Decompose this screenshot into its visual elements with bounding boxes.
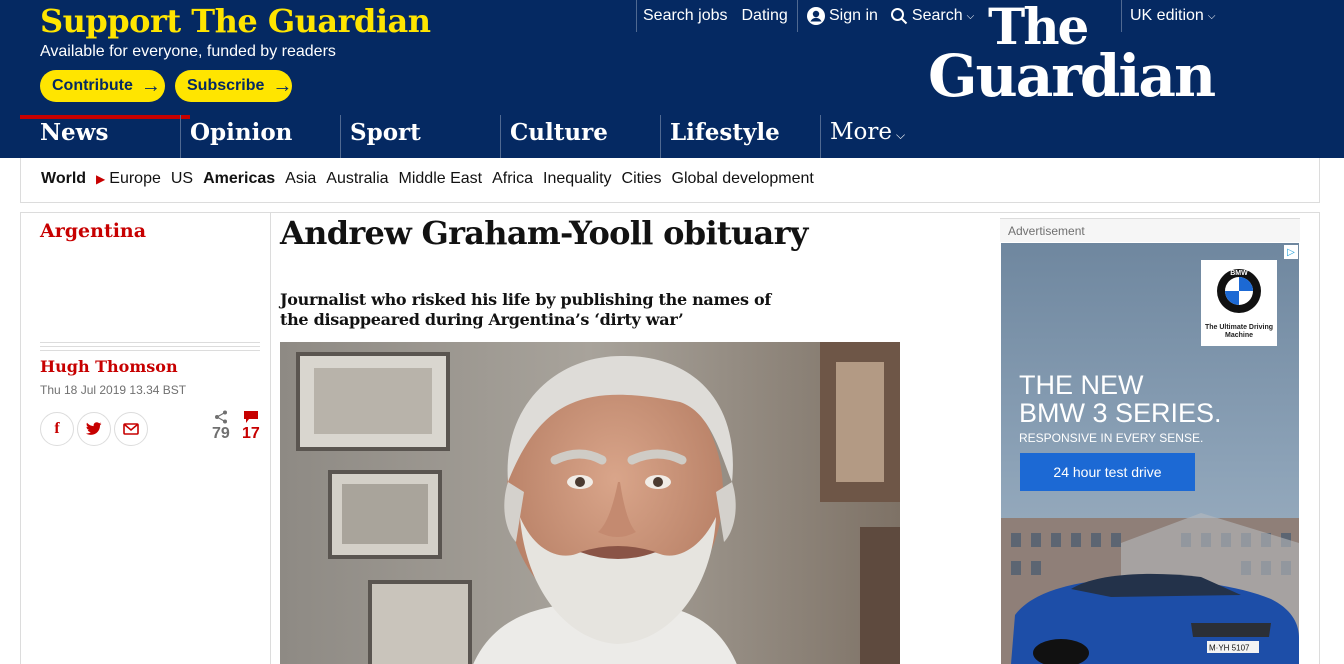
- search-jobs-link[interactable]: Search jobs: [643, 7, 728, 25]
- arrow-right-icon: →: [272, 75, 293, 97]
- subnav-item-inequality[interactable]: Inequality: [543, 170, 612, 188]
- support-subtitle: Available for everyone, funded by reader…: [40, 43, 336, 60]
- subnav-item-asia[interactable]: Asia: [285, 170, 316, 188]
- comment-count-value: 17: [242, 425, 260, 442]
- twitter-icon: [86, 422, 102, 435]
- user-icon: [807, 7, 825, 25]
- ad-subheadline: RESPONSIVE IN EVERY SENSE.: [1019, 431, 1204, 445]
- ad-headline-line-1: THE NEW: [1019, 370, 1144, 400]
- pillar-label: Sport: [350, 119, 421, 146]
- share-twitter-button[interactable]: [77, 412, 111, 446]
- share-count[interactable]: 79: [212, 410, 230, 443]
- email-icon: [123, 423, 139, 435]
- portrait-illustration: [280, 342, 900, 664]
- dating-link[interactable]: Dating: [742, 7, 788, 25]
- pillar-label: Culture: [510, 119, 608, 146]
- subnav-item-cities[interactable]: Cities: [622, 170, 662, 188]
- pillar-nav: News Opinion Sport Culture Lifestyle Mor…: [20, 115, 1320, 158]
- subnav-item-europe[interactable]: Europe: [109, 170, 161, 188]
- triangle-right-icon: ▶: [96, 172, 106, 186]
- sub-nav: World ▶ Europe US Americas Asia Australi…: [20, 158, 1320, 203]
- meta-rules: [40, 342, 260, 354]
- subnav-parent-world[interactable]: World: [41, 170, 86, 188]
- share-count-value: 79: [212, 425, 230, 442]
- pillar-more[interactable]: More ⌵: [820, 115, 980, 158]
- pillar-lifestyle[interactable]: Lifestyle: [660, 115, 820, 158]
- share-facebook-button[interactable]: f: [40, 412, 74, 446]
- sign-in-label: Sign in: [829, 7, 878, 24]
- pillar-sport[interactable]: Sport: [340, 115, 500, 158]
- comment-count[interactable]: 17: [242, 410, 260, 443]
- author-byline[interactable]: Hugh Thomson: [40, 357, 178, 376]
- section-label[interactable]: Argentina: [40, 220, 146, 242]
- test-drive-button[interactable]: 24 hour test drive: [1020, 453, 1195, 491]
- bmw-letters: BMW: [1230, 270, 1248, 277]
- pillar-label: More ⌵: [830, 119, 906, 145]
- bmw-logo-box: BMW The Ultimate Driving Machine: [1201, 260, 1277, 346]
- advertisement-label: Advertisement: [1000, 218, 1300, 242]
- subscribe-label: Subscribe: [187, 77, 265, 94]
- bmw-tagline: The Ultimate Driving Machine: [1204, 324, 1274, 339]
- pillar-opinion[interactable]: Opinion: [180, 115, 340, 158]
- guardian-logo[interactable]: The Guardian: [928, 2, 1228, 110]
- ad-headline-line-2: BMW 3 SERIES.: [1019, 398, 1222, 428]
- facebook-icon: f: [54, 420, 60, 437]
- bmw-advert[interactable]: M·YH 5107 BMW The Ultimate Driving Machi…: [1001, 243, 1299, 664]
- ad-headline: THE NEW BMW 3 SERIES.: [1019, 371, 1222, 427]
- subnav-item-australia[interactable]: Australia: [326, 170, 388, 188]
- publish-date: Thu 18 Jul 2019 13.34 BST: [40, 383, 187, 397]
- search-icon: [890, 8, 908, 25]
- adchoices-icon[interactable]: ▷: [1284, 245, 1298, 259]
- share-email-button[interactable]: [114, 412, 148, 446]
- subnav-item-global-development[interactable]: Global development: [672, 170, 814, 188]
- license-plate: M·YH 5107: [1209, 644, 1250, 653]
- share-icon: [214, 410, 227, 424]
- pillar-label: Opinion: [190, 119, 293, 146]
- subnav-item-middle-east[interactable]: Middle East: [399, 170, 483, 188]
- pillar-culture[interactable]: Culture: [500, 115, 660, 158]
- subnav-item-us[interactable]: US: [171, 170, 193, 188]
- comment-icon: [243, 411, 258, 423]
- pillar-label: News: [40, 119, 109, 146]
- sub-nav-list: World ▶ Europe US Americas Asia Australi…: [41, 170, 824, 188]
- site-header: Support The Guardian Available for every…: [0, 0, 1344, 158]
- subscribe-button[interactable]: Subscribe →: [175, 70, 292, 102]
- sign-in-link[interactable]: Sign in: [807, 7, 878, 25]
- support-title: Support The Guardian: [40, 2, 431, 40]
- pillar-news[interactable]: News: [20, 115, 190, 158]
- subnav-item-africa[interactable]: Africa: [492, 170, 533, 188]
- article-standfirst: Journalist who risked his life by publis…: [280, 290, 771, 329]
- logo-line-2: Guardian: [928, 42, 1216, 110]
- contribute-button[interactable]: Contribute →: [40, 70, 165, 102]
- bmw-roundel-icon: BMW: [1217, 269, 1261, 313]
- article-main-image: [280, 342, 900, 664]
- chevron-down-icon: ⌵: [896, 128, 906, 142]
- pillar-label: Lifestyle: [670, 119, 780, 146]
- article-headline: Andrew Graham-Yooll obituary: [280, 214, 808, 252]
- topbar-links: Search jobs Dating: [636, 0, 802, 32]
- contribute-label: Contribute: [52, 77, 133, 94]
- column-divider: [270, 212, 271, 664]
- subnav-item-americas[interactable]: Americas: [203, 170, 275, 188]
- arrow-right-icon: →: [140, 75, 161, 97]
